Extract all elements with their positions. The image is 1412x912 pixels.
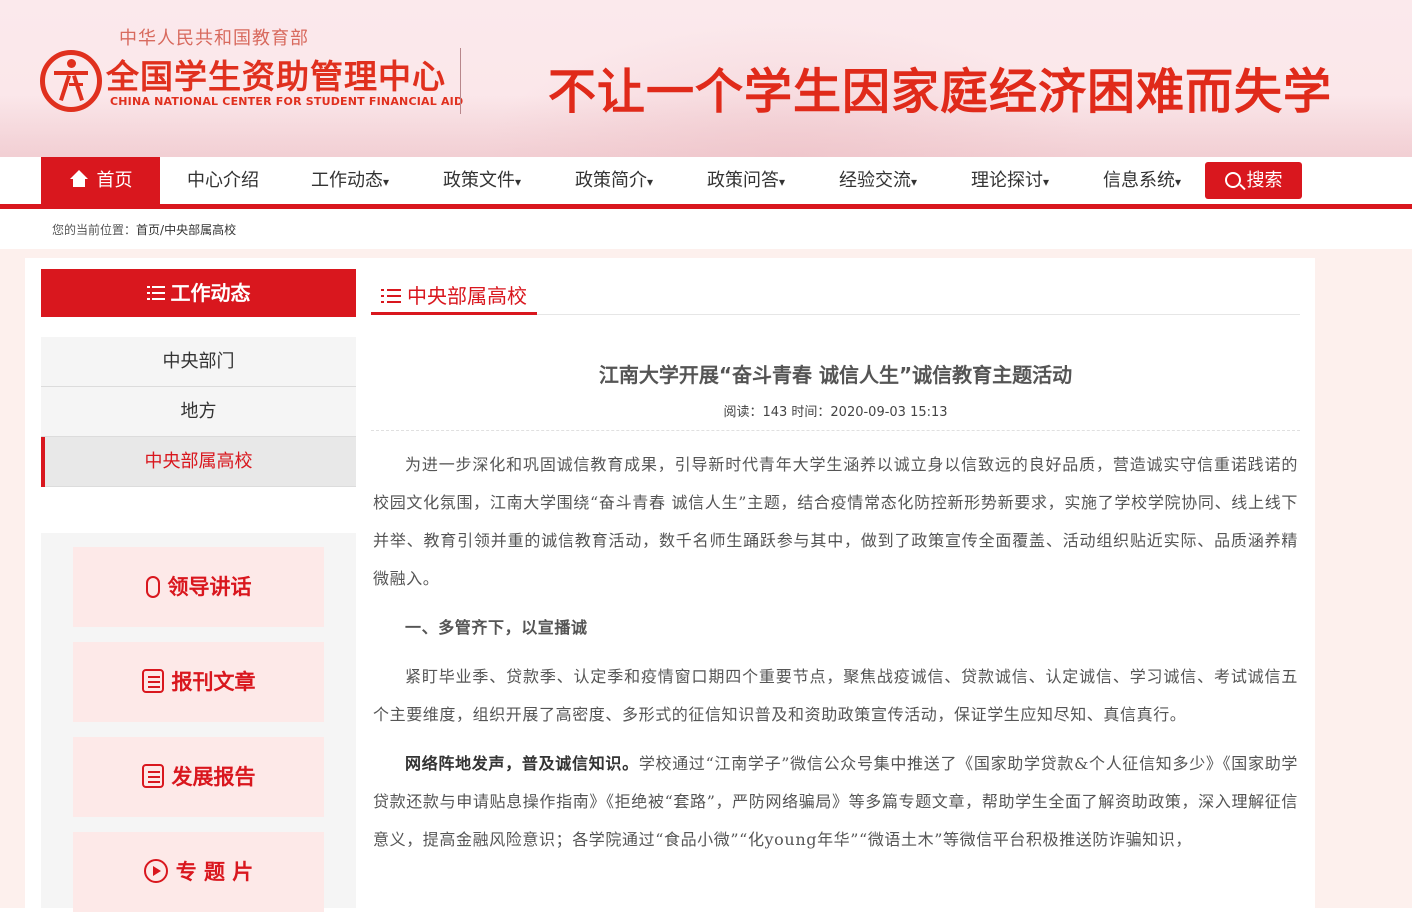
quick-link-development-report[interactable]: 发展报告 bbox=[73, 737, 324, 817]
nav-label: 政策简介 bbox=[574, 170, 647, 191]
article-subheading: 一、多管齐下，以宣播诚 bbox=[405, 618, 588, 637]
article-paragraph: 为进一步深化和巩固诚信教育成果，引导新时代青年大学生涵养以诚立身以信致远的良好品… bbox=[373, 455, 1298, 588]
quick-link-label: 报刊文章 bbox=[171, 670, 256, 694]
sidebar-menu: 中央部门 地方 中央部属高校 bbox=[41, 337, 356, 487]
article-paragraph: 紧盯毕业季、贷款季、认定季和疫情窗口期四个重要节点，聚焦战疫诚信、贷款诚信、认定… bbox=[373, 667, 1298, 724]
nav-label: 政策问答 bbox=[706, 170, 779, 191]
list-icon bbox=[381, 288, 401, 304]
article-body: 为进一步深化和巩固诚信教育成果，引导新时代青年大学生涵养以诚立身以信致远的良好品… bbox=[373, 446, 1298, 870]
section-title-tab: 中央部属高校 bbox=[371, 281, 537, 315]
nav-label: 理论探讨 bbox=[970, 170, 1043, 191]
search-button[interactable]: 搜索 bbox=[1205, 162, 1302, 199]
microphone-icon bbox=[145, 576, 160, 598]
nav-label: 中心介绍 bbox=[187, 170, 259, 191]
nav-item-theory[interactable]: 理论探讨▾ bbox=[960, 157, 1060, 204]
nav-label: 政策文件 bbox=[442, 170, 515, 191]
menu-icon bbox=[146, 285, 165, 301]
header-divider bbox=[460, 48, 461, 114]
article-paragraph: 网络阵地发声，普及诚信知识。学校通过“江南学子”微信公众号集中推送了《国家助学贷… bbox=[373, 745, 1298, 859]
nav-home[interactable]: 首页 bbox=[41, 157, 160, 204]
nav-item-policy-intro[interactable]: 政策简介▾ bbox=[564, 157, 664, 204]
logo-icon[interactable] bbox=[40, 50, 102, 112]
nav-item-experience[interactable]: 经验交流▾ bbox=[828, 157, 928, 204]
nav-item-center-intro[interactable]: 中心介绍 bbox=[175, 157, 271, 204]
nav-item-policy-qa[interactable]: 政策问答▾ bbox=[696, 157, 796, 204]
nav-item-policy-docs[interactable]: 政策文件▾ bbox=[432, 157, 532, 204]
article-divider bbox=[371, 430, 1300, 431]
quick-link-label: 领导讲话 bbox=[167, 575, 252, 599]
chevron-down-icon: ▾ bbox=[1174, 175, 1182, 189]
paragraph-lead: 网络阵地发声，普及诚信知识。 bbox=[405, 754, 639, 773]
quick-link-feature-film[interactable]: 专 题 片 bbox=[73, 832, 324, 912]
chevron-down-icon: ▾ bbox=[382, 175, 390, 189]
quick-link-label: 专 题 片 bbox=[175, 860, 254, 884]
nav-label: 信息系统 bbox=[1102, 170, 1175, 191]
quick-link-press-articles[interactable]: 报刊文章 bbox=[73, 642, 324, 722]
home-icon bbox=[69, 170, 89, 188]
search-icon bbox=[1224, 172, 1241, 188]
article-title: 江南大学开展“奋斗青春 诚信人生”诚信教育主题活动 bbox=[598, 363, 1073, 387]
breadcrumb: 您的当前位置：首页/中央部属高校 bbox=[52, 221, 236, 238]
org-name-en: CHINA NATIONAL CENTER FOR STUDENT FINANC… bbox=[110, 95, 464, 108]
quick-link-leader-speech[interactable]: 领导讲话 bbox=[73, 547, 324, 627]
header-slogan: 不让一个学生因家庭经济困难而失学 bbox=[548, 64, 1333, 120]
chevron-down-icon: ▾ bbox=[514, 175, 522, 189]
breadcrumb-current[interactable]: 中央部属高校 bbox=[164, 223, 236, 237]
org-name-cn[interactable]: 全国学生资助管理中心 bbox=[106, 50, 446, 98]
sidebar-title: 工作动态 bbox=[41, 269, 356, 317]
chevron-down-icon: ▾ bbox=[910, 175, 918, 189]
ministry-name: 中华人民共和国教育部 bbox=[119, 28, 309, 49]
sidebar-item-central-departments[interactable]: 中央部门 bbox=[41, 337, 356, 387]
breadcrumb-home-link[interactable]: 首页/ bbox=[136, 223, 164, 237]
newspaper-icon bbox=[141, 669, 164, 693]
nav-label: 工作动态 bbox=[310, 170, 383, 191]
breadcrumb-prefix: 您的当前位置： bbox=[52, 223, 137, 237]
article-meta: 阅读：143 时间：2020-09-03 15:13 bbox=[723, 405, 948, 420]
chevron-down-icon: ▾ bbox=[646, 175, 654, 189]
chevron-down-icon: ▾ bbox=[778, 175, 786, 189]
section-title: 中央部属高校 bbox=[407, 284, 527, 308]
nav-home-label: 首页 bbox=[96, 170, 133, 191]
report-icon bbox=[141, 764, 164, 788]
search-label: 搜索 bbox=[1246, 170, 1283, 191]
nav-label: 经验交流 bbox=[838, 170, 911, 191]
quick-link-label: 发展报告 bbox=[171, 765, 256, 789]
sidebar-title-label: 工作动态 bbox=[170, 281, 251, 305]
nav-item-work-news[interactable]: 工作动态▾ bbox=[300, 157, 400, 204]
chevron-down-icon: ▾ bbox=[1042, 175, 1050, 189]
sidebar-item-local[interactable]: 地方 bbox=[41, 387, 356, 437]
nav-item-info-system[interactable]: 信息系统▾ bbox=[1092, 157, 1192, 204]
play-icon bbox=[143, 859, 168, 883]
sidebar-item-central-universities[interactable]: 中央部属高校 bbox=[41, 437, 356, 487]
